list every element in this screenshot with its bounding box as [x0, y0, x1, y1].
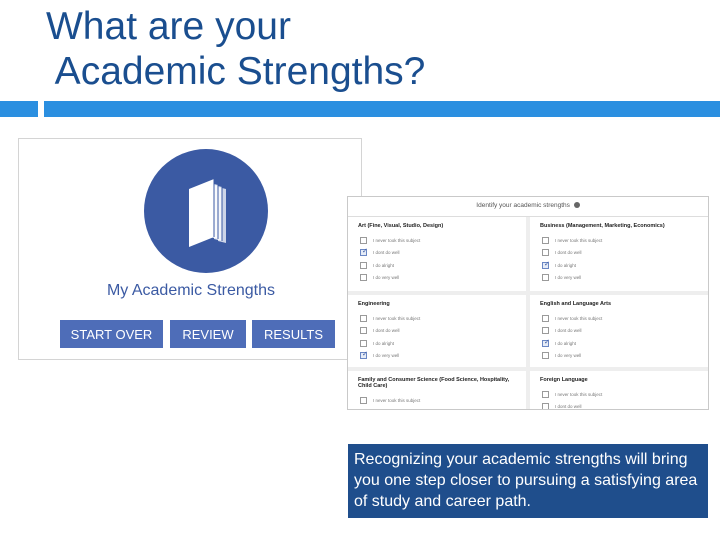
- checkbox[interactable]: ✓: [542, 260, 550, 269]
- option-label: I do very well: [555, 275, 582, 281]
- start-over-button[interactable]: START OVER: [60, 320, 163, 348]
- slide-title: What are your Academic Strengths?: [46, 5, 426, 93]
- option-label: I do very well: [555, 353, 582, 359]
- checkbox[interactable]: ✓: [542, 338, 550, 347]
- option-label: I never took this subject: [555, 315, 603, 321]
- checkbox[interactable]: [360, 396, 367, 404]
- form-category: Family and Consumer Science (Food Scienc…: [348, 371, 523, 407]
- option-row[interactable]: I do very well: [530, 272, 705, 285]
- category-title: Foreign Language: [540, 377, 588, 383]
- option-label: I do very well: [373, 353, 400, 359]
- option-label: I never took this subject: [373, 397, 421, 403]
- checkmark-icon: ✓: [544, 260, 550, 268]
- book-icon: [144, 149, 268, 273]
- academic-strengths-card: My Academic Strengths START OVER REVIEW …: [18, 138, 362, 360]
- form-header: Identify your academic strengths: [348, 197, 708, 217]
- option-label: I dont do well: [373, 250, 400, 256]
- option-label: I do alright: [373, 262, 395, 268]
- option-row[interactable]: I dont do well: [348, 325, 523, 338]
- option-label: I never took this subject: [555, 391, 603, 397]
- option-label: I dont do well: [555, 404, 582, 410]
- option-label: I never took this subject: [373, 315, 421, 321]
- option-row[interactable]: ✓ I do alright: [530, 337, 705, 350]
- checkbox[interactable]: [542, 390, 549, 398]
- option-row[interactable]: I never took this subject: [348, 394, 523, 407]
- option-row[interactable]: ✓ I do alright: [530, 259, 705, 272]
- category-title: Family and Consumer Science (Food Scienc…: [358, 377, 510, 389]
- review-button[interactable]: REVIEW: [170, 320, 246, 348]
- checkbox[interactable]: [360, 236, 367, 244]
- option-label: I dont do well: [555, 250, 582, 256]
- option-row[interactable]: I never took this subject: [348, 312, 523, 325]
- results-button[interactable]: RESULTS: [252, 320, 335, 348]
- option-label: I dont do well: [555, 328, 582, 334]
- checkbox[interactable]: [542, 403, 549, 409]
- caption-box: Recognizing your academic strengths will…: [348, 444, 708, 518]
- option-row[interactable]: I do alright: [348, 337, 523, 350]
- option-row[interactable]: ✓ I dont do well: [348, 247, 523, 260]
- option-row[interactable]: I never took this subject: [530, 234, 705, 247]
- checkbox[interactable]: ✓: [360, 351, 368, 360]
- checkbox[interactable]: [360, 327, 367, 335]
- checkbox[interactable]: [360, 339, 367, 347]
- option-row[interactable]: ✓ I do very well: [348, 350, 523, 363]
- form-category: Foreign Language I never took this subjec…: [530, 371, 705, 410]
- option-row[interactable]: I do very well: [530, 350, 705, 363]
- option-row[interactable]: I never took this subject: [530, 388, 705, 401]
- checkbox[interactable]: [542, 236, 549, 244]
- form-category: Engineering I never took this subject I do…: [348, 295, 523, 362]
- accent-bar-left: [0, 101, 38, 117]
- checkmark-icon: ✓: [544, 338, 550, 346]
- checkbox[interactable]: [542, 352, 549, 360]
- info-icon[interactable]: [573, 202, 580, 209]
- option-row[interactable]: I never took this subject: [348, 234, 523, 247]
- checkbox[interactable]: ✓: [360, 248, 368, 257]
- option-row[interactable]: I never took this subject: [530, 312, 705, 325]
- checkmark-icon: ✓: [362, 248, 368, 256]
- accent-bar-right: [44, 101, 720, 117]
- category-title: Business (Management, Marketing, Economi…: [540, 223, 665, 229]
- checkmark-icon: ✓: [362, 351, 368, 359]
- card-title: My Academic Strengths: [106, 282, 276, 299]
- option-label: I dont do well: [373, 328, 400, 334]
- checkbox[interactable]: [542, 249, 549, 257]
- option-row[interactable]: I dont do well: [530, 247, 705, 260]
- option-label: I do alright: [555, 262, 577, 268]
- option-row[interactable]: I dont do well: [530, 325, 705, 338]
- option-label: I never took this subject: [373, 237, 421, 243]
- strengths-form-screenshot: Identify your academic strengths Art (Fi…: [347, 196, 709, 410]
- category-title: English and Language Arts: [540, 301, 611, 307]
- checkbox[interactable]: [542, 314, 549, 322]
- option-label: I do very well: [373, 275, 400, 281]
- checkbox[interactable]: [542, 274, 549, 282]
- checkbox[interactable]: [360, 274, 367, 282]
- form-category: Business (Management, Marketing, Economi…: [530, 217, 705, 284]
- checkbox[interactable]: [360, 261, 367, 269]
- category-title: Art (Fine, Visual, Studio, Design): [358, 223, 444, 229]
- category-title: Engineering: [358, 301, 390, 307]
- option-row[interactable]: I dont do well: [530, 401, 705, 410]
- option-label: I do alright: [555, 340, 577, 346]
- form-category: English and Language Arts I never took th…: [530, 295, 705, 362]
- checkbox[interactable]: [542, 327, 549, 335]
- option-row[interactable]: I do very well: [348, 272, 523, 285]
- option-label: I never took this subject: [555, 237, 603, 243]
- form-category: Art (Fine, Visual, Studio, Design) I neve…: [348, 217, 523, 284]
- option-row[interactable]: I do alright: [348, 259, 523, 272]
- option-label: I do alright: [373, 340, 395, 346]
- form-header-text: Identify your academic strengths: [476, 202, 570, 209]
- checkbox[interactable]: [360, 314, 367, 322]
